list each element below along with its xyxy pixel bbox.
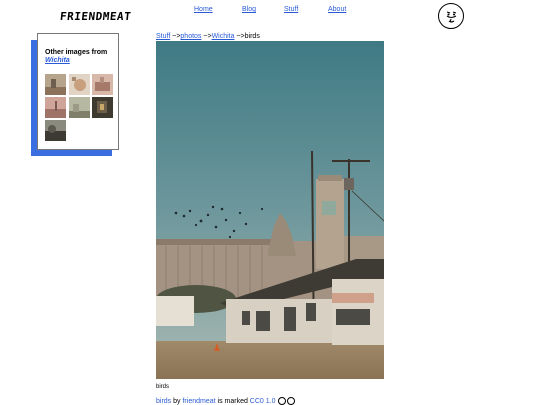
main-photo[interactable]	[156, 41, 384, 379]
thumbnail-7[interactable]	[45, 120, 66, 141]
breadcrumb-current: birds	[244, 33, 260, 40]
photo-caption: birds	[156, 384, 170, 390]
breadcrumb-stuff-link[interactable]: Stuff	[156, 33, 170, 40]
license-marked-text: is marked	[215, 397, 250, 405]
license-line: birds by friendmeat is marked CC0 1.0	[156, 397, 296, 405]
thumbnail-3[interactable]	[92, 74, 113, 95]
breadcrumb-separator: ~>	[170, 33, 181, 40]
breadcrumb-wichita-link[interactable]: Wichita	[212, 33, 235, 40]
nav-home-link[interactable]: Home	[194, 6, 213, 13]
breadcrumb: Stuff ~>photos ~>Wichita ~>birds	[156, 33, 260, 40]
license-author-link[interactable]: friendmeat	[182, 398, 215, 405]
sidebar-card: Other images from Wichita	[37, 33, 119, 150]
avatar-icon[interactable]	[438, 3, 464, 29]
breadcrumb-separator: ~>	[201, 33, 212, 40]
license-by-text: by	[171, 397, 183, 405]
cc-icon	[278, 397, 287, 405]
thumbnail-5[interactable]	[69, 97, 90, 118]
license-cc0-link[interactable]: CC0 1.0	[250, 398, 276, 405]
license-title-link[interactable]: birds	[156, 398, 171, 405]
breadcrumb-separator: ~>	[234, 33, 245, 40]
sidebar-album-link[interactable]: Wichita	[45, 57, 115, 65]
breadcrumb-photos-link[interactable]: photos	[180, 33, 201, 40]
zero-icon	[287, 397, 296, 405]
sidebar-heading: Other images from Wichita	[45, 49, 115, 65]
sidebar-heading-text: Other images from	[45, 49, 108, 56]
thumbnail-2[interactable]	[69, 74, 90, 95]
thumbnail-1[interactable]	[45, 74, 66, 95]
site-logo[interactable]: FRIENDMEAT	[59, 10, 132, 23]
nav-stuff-link[interactable]: Stuff	[284, 6, 298, 13]
nav-blog-link[interactable]: Blog	[242, 6, 256, 13]
thumbnail-6[interactable]	[92, 97, 113, 118]
thumbnail-4[interactable]	[45, 97, 66, 118]
nav-about-link[interactable]: About	[328, 6, 346, 13]
